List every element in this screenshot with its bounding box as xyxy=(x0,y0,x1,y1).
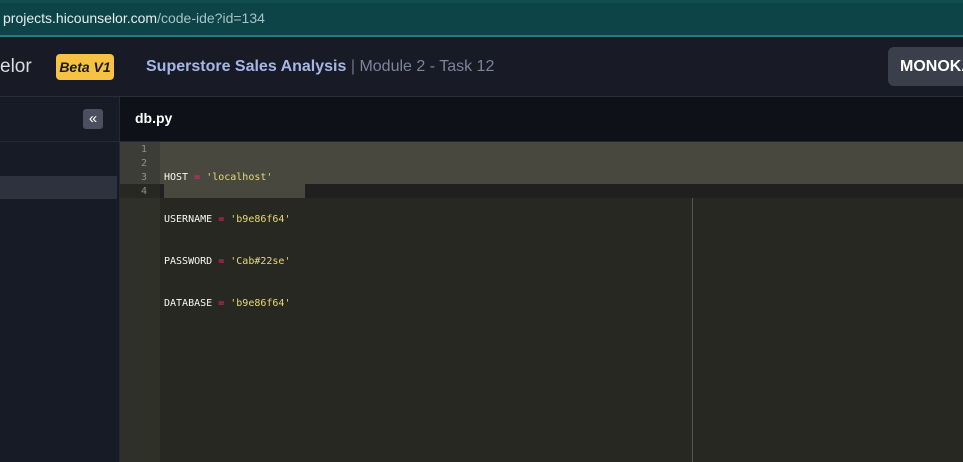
operator: = xyxy=(194,172,201,183)
variable-name: PASSWORD xyxy=(164,256,213,267)
line-gutter: 1 2 3 4 xyxy=(120,142,160,462)
theme-button[interactable]: MONOKAI xyxy=(888,47,963,86)
sidebar-divider xyxy=(0,141,119,142)
url-path: /code-ide?id=134 xyxy=(157,10,265,26)
code-content[interactable]: HOST = 'localhost' USERNAME = 'b9e86f64'… xyxy=(164,143,290,339)
code-editor[interactable]: 1 2 3 4 HOST = 'localhost' USERNAME = 'b… xyxy=(120,142,963,462)
beta-badge: Beta V1 xyxy=(56,54,114,80)
address-bar[interactable]: projects.hicounselor.com/code-ide?id=134 xyxy=(0,3,963,35)
line-number: 1 xyxy=(140,144,147,155)
line-number: 2 xyxy=(140,158,147,169)
string-literal: 'Cab#22se' xyxy=(230,256,291,267)
operator: = xyxy=(218,298,225,309)
collapse-sidebar-button[interactable]: « xyxy=(83,109,103,129)
file-sidebar: « xyxy=(0,97,120,462)
operator: = xyxy=(218,256,225,267)
print-margin xyxy=(692,198,693,462)
variable-name: USERNAME xyxy=(164,214,213,225)
double-chevron-left-icon: « xyxy=(88,110,98,127)
variable-name: HOST xyxy=(164,172,189,183)
tab-db-py[interactable]: db.py xyxy=(135,110,172,126)
url-host: projects.hicounselor.com xyxy=(3,10,158,26)
page-title: Superstore Sales Analysis | Module 2 - T… xyxy=(146,58,494,76)
variable-name: DATABASE xyxy=(164,298,213,309)
string-literal: 'b9e86f64' xyxy=(230,214,291,225)
brand-logo-text[interactable]: elor xyxy=(0,56,32,78)
line-number: 4 xyxy=(140,186,147,197)
string-literal: 'b9e86f64' xyxy=(230,298,291,309)
line-number: 3 xyxy=(140,172,147,183)
app-header: elor Beta V1 Superstore Sales Analysis |… xyxy=(0,37,963,97)
sidebar-item-active[interactable] xyxy=(0,176,117,199)
code-line: PASSWORD = 'Cab#22se' xyxy=(164,255,290,269)
task-label: Module 2 - Task 12 xyxy=(359,58,495,75)
line-numbers: 1 2 3 4 xyxy=(120,143,147,199)
editor-tab-bar: db.py xyxy=(120,97,963,142)
project-title: Superstore Sales Analysis xyxy=(146,58,347,75)
code-line: DATABASE = 'b9e86f64' xyxy=(164,297,290,311)
string-literal: 'localhost' xyxy=(206,172,273,183)
title-separator: | xyxy=(350,58,355,75)
code-line: USERNAME = 'b9e86f64' xyxy=(164,213,290,227)
operator: = xyxy=(218,214,225,225)
code-line: HOST = 'localhost' xyxy=(164,171,290,185)
